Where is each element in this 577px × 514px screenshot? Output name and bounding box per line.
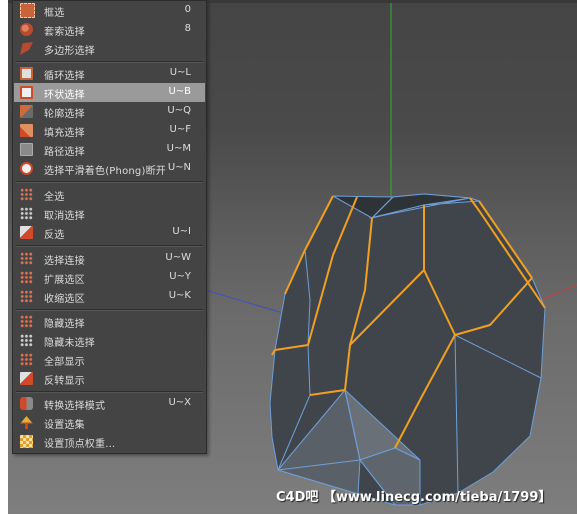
menu-item-label: 循环选择 [44,71,85,82]
menu-item-shrink-select[interactable]: 收缩选区 U~K [14,287,205,306]
select-menu: 框选 0 套索选择 8 多边形选择 循环选择 U~L 环状选择 U~B 轮廓选择… [12,0,207,454]
menu-item-label: 转换选择模式 [44,401,106,412]
menu-item-phong-break-select[interactable]: 选择平滑着色(Phong)断开 U~N [14,159,205,178]
menu-item-shortcut: U~W [165,252,191,263]
menu-item-label: 选择连接 [44,256,85,267]
unhide-all-icon [20,353,33,366]
select-all-icon [20,188,33,201]
invert-visibility-icon [20,372,33,385]
phong-break-icon [20,162,33,175]
deselect-icon [20,207,33,220]
menu-item-label: 多边形选择 [44,46,95,57]
menu-item-label: 设置顶点权重... [44,439,116,450]
menu-separator [16,245,203,247]
menu-item-label: 反转显示 [44,376,85,387]
menu-item-shortcut: U~I [172,226,191,237]
menu-item-label: 设置选集 [44,420,85,431]
menu-item-label: 填充选择 [44,128,85,139]
watermark-text: C4D吧 【www.linecg.com/tieba/1799】 [276,490,552,505]
menu-item-label: 框选 [44,8,65,19]
menu-item-shortcut: U~X [168,397,191,408]
rect-select-icon [20,3,35,18]
menu-separator [16,309,203,311]
menu-item-label: 取消选择 [44,211,85,222]
menu-item-label: 全部显示 [44,357,85,368]
menu-item-fill-select[interactable]: 填充选择 U~F [14,121,205,140]
menu-item-hide-unselected[interactable]: 隐藏未选择 [14,331,205,350]
vertex-weight-icon [20,435,33,448]
hide-selected-icon [20,315,33,328]
menu-separator [16,391,203,393]
menu-item-grow-select[interactable]: 扩展选区 U~Y [14,268,205,287]
menu-item-rect-select[interactable]: 框选 0 [14,1,205,20]
menu-item-shortcut: 8 [184,23,191,34]
menu-item-vertex-weight[interactable]: 设置顶点权重... [14,432,205,451]
menu-item-label: 环状选择 [44,90,85,101]
menu-item-label: 扩展选区 [44,275,85,286]
menu-item-invert-select[interactable]: 反选 U~I [14,223,205,242]
menu-item-label: 全选 [44,192,65,203]
menu-item-label: 隐藏选择 [44,319,85,330]
menu-item-shortcut: U~F [169,124,191,135]
loop-select-icon [20,67,33,80]
set-selection-icon [20,416,33,429]
select-connected-icon [20,252,33,265]
menu-item-loop-select[interactable]: 循环选择 U~L [14,64,205,83]
menu-item-invert-visibility[interactable]: 反转显示 [14,369,205,388]
menu-item-label: 选择平滑着色(Phong)断开 [44,166,166,177]
fill-select-icon [20,124,33,137]
menu-item-select-connected[interactable]: 选择连接 U~W [14,249,205,268]
menu-item-outline-select[interactable]: 轮廓选择 U~Q [14,102,205,121]
menu-item-set-selection[interactable]: 设置选集 [14,413,205,432]
menu-separator [16,61,203,63]
hide-unselected-icon [20,334,33,347]
menu-item-polygon-select[interactable]: 多边形选择 [14,39,205,58]
menu-item-label: 路径选择 [44,147,85,158]
menu-item-convert-selection[interactable]: 转换选择模式 U~X [14,394,205,413]
menu-item-label: 反选 [44,230,65,241]
menu-separator [16,181,203,183]
menu-item-shortcut: U~Y [169,271,191,282]
convert-selection-icon [20,397,33,410]
menu-item-label: 收缩选区 [44,294,85,305]
menu-item-select-all[interactable]: 全选 [14,185,205,204]
menu-item-unhide-all[interactable]: 全部显示 [14,350,205,369]
menu-item-label: 套索选择 [44,27,85,38]
invert-select-icon [20,226,33,239]
menu-item-path-select[interactable]: 路径选择 U~M [14,140,205,159]
menu-item-shortcut: 0 [184,4,191,15]
menu-item-lasso-select[interactable]: 套索选择 8 [14,20,205,39]
path-select-icon [20,143,33,156]
menu-item-shortcut: U~N [167,162,191,173]
menu-item-shortcut: U~B [168,86,191,97]
rock-mesh [269,193,546,506]
menu-item-label: 轮廓选择 [44,109,85,120]
x-axis-line [539,284,577,301]
menu-item-shortcut: U~L [169,67,191,78]
menu-item-shortcut: U~K [168,290,191,301]
polygon-select-icon [20,42,33,55]
ring-select-icon [20,86,33,99]
menu-item-deselect[interactable]: 取消选择 [14,204,205,223]
menu-item-ring-select[interactable]: 环状选择 U~B [14,83,205,102]
menu-item-hide-selected[interactable]: 隐藏选择 [14,312,205,331]
lasso-select-icon [20,23,33,36]
grow-select-icon [20,271,33,284]
menu-item-shortcut: U~M [166,143,191,154]
outline-select-icon [20,105,33,118]
shrink-select-icon [20,290,33,303]
menu-item-label: 隐藏未选择 [44,338,95,349]
menu-item-shortcut: U~Q [167,105,191,116]
